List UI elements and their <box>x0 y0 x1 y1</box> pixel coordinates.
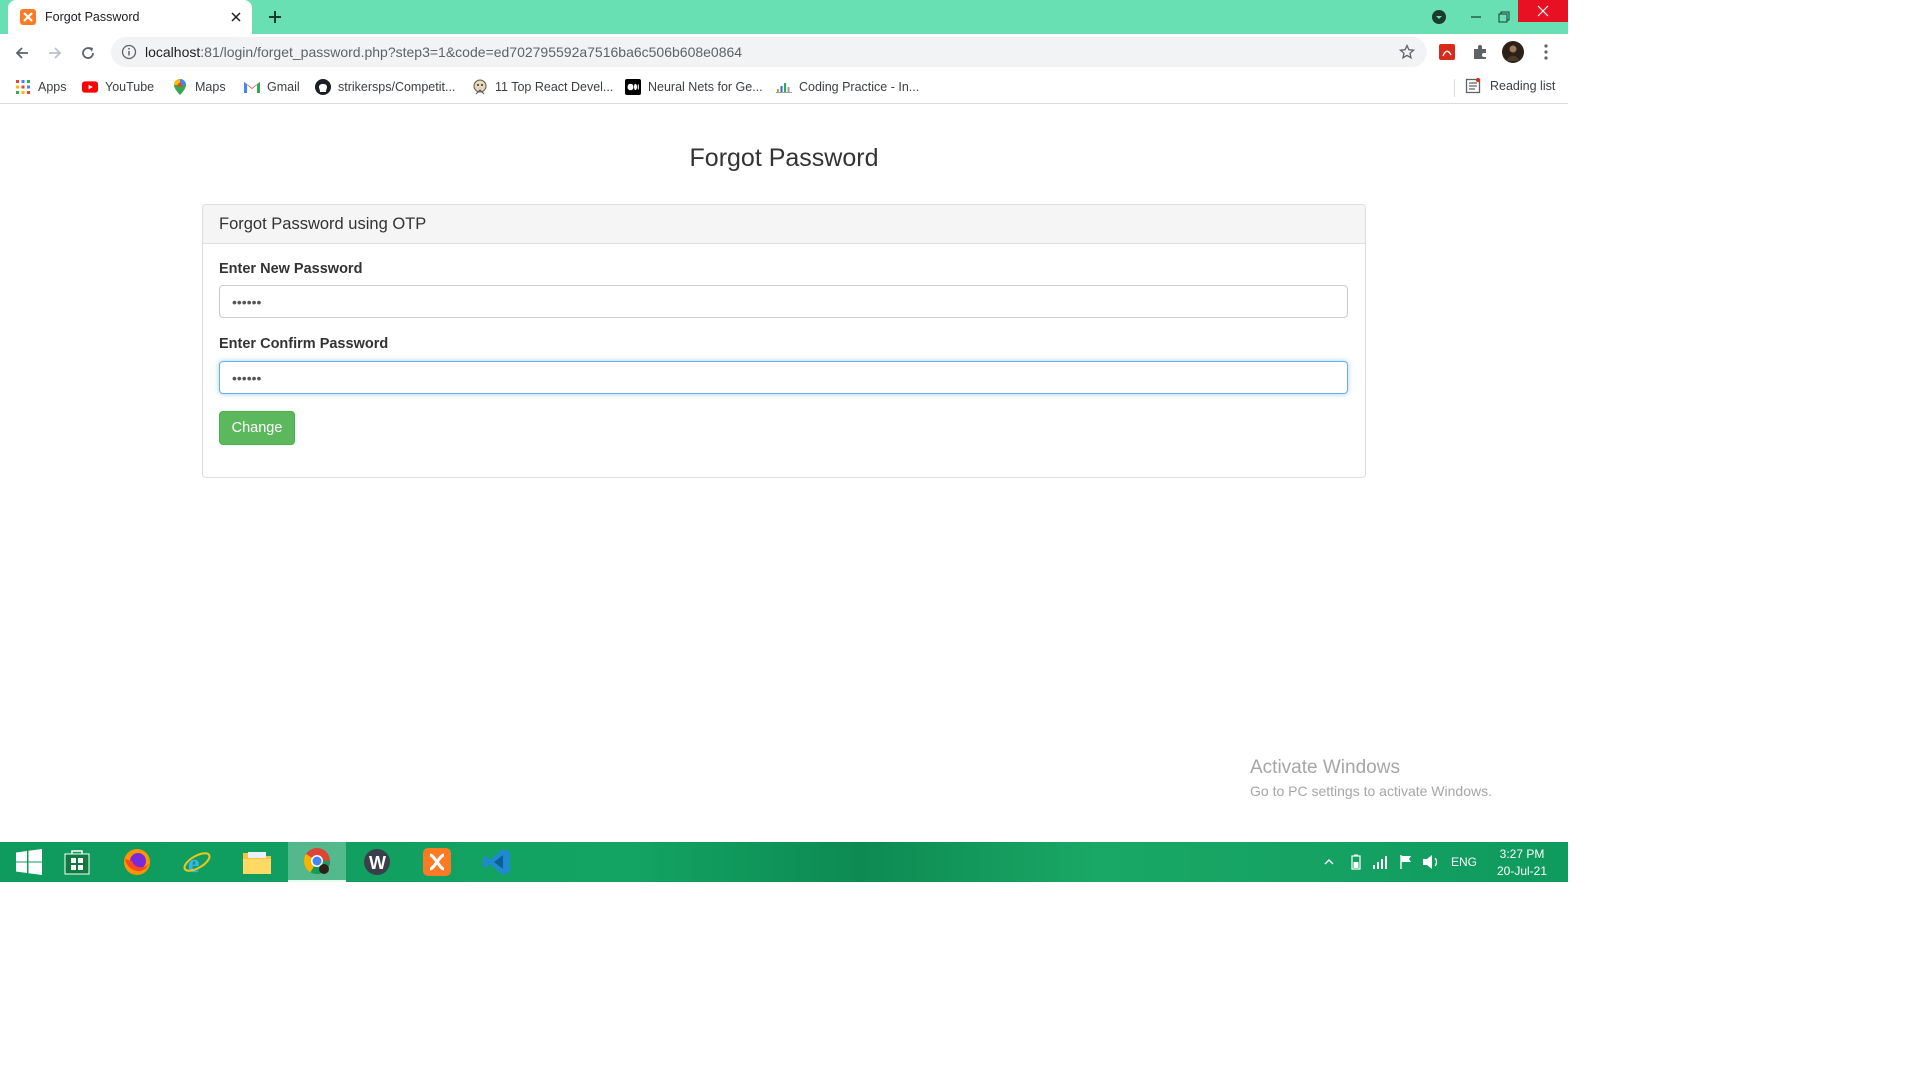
new-password-label: Enter New Password <box>219 261 363 277</box>
close-window-icon[interactable] <box>1518 0 1568 22</box>
bookmark-gmail[interactable]: Gmail <box>244 78 300 96</box>
show-hidden-icons[interactable] <box>1324 842 1334 882</box>
confirm-password-input[interactable] <box>219 361 1348 394</box>
vscode-icon[interactable] <box>468 842 526 882</box>
bookmark-coding-practice[interactable]: Coding Practice - In... <box>776 78 919 96</box>
youtube-icon <box>82 79 98 95</box>
reading-list-label: Reading list <box>1490 79 1556 93</box>
language-indicator[interactable]: ENG <box>1451 842 1477 882</box>
browser-tab[interactable]: Forgot Password <box>8 0 252 34</box>
bookmark-apps[interactable]: Apps <box>15 78 67 96</box>
taskbar-clock[interactable]: 3:27 PM 20-Jul-21 <box>1492 846 1552 880</box>
reading-list-icon <box>1465 78 1481 94</box>
bookmark-label: YouTube <box>105 80 155 94</box>
back-arrow-icon[interactable] <box>8 39 36 67</box>
chart-icon <box>776 79 792 95</box>
bookmark-label: Apps <box>38 80 67 94</box>
bookmark-label: Coding Practice - In... <box>799 80 920 94</box>
clock-date: 20-Jul-21 <box>1496 864 1548 878</box>
tab-title: Forgot Password <box>45 10 140 24</box>
minimize-icon[interactable] <box>1464 0 1488 34</box>
bookmark-star-icon[interactable] <box>1398 43 1416 60</box>
reading-list-button[interactable]: Reading list <box>1465 78 1555 94</box>
restore-icon[interactable] <box>1492 0 1516 34</box>
xampp-icon[interactable] <box>408 842 466 882</box>
bookmark-label: strikersps/Competit... <box>338 80 456 94</box>
clock-time: 3:27 PM <box>1499 847 1545 861</box>
svg-text:W: W <box>369 853 386 873</box>
apps-grid-icon <box>15 79 31 95</box>
bookmark-youtube[interactable]: YouTube <box>82 78 154 96</box>
bookmark-label: 11 Top React Devel... <box>495 80 614 94</box>
bookmarks-bar: Apps YouTube Maps Gmail strikersps/Compe… <box>0 71 1568 104</box>
file-explorer-icon[interactable] <box>228 842 286 882</box>
tab-strip: Forgot Password <box>0 0 1568 34</box>
bookmark-neural-nets[interactable]: Neural Nets for Ge... <box>625 78 763 96</box>
network-signal-icon[interactable] <box>1372 842 1388 882</box>
battery-icon[interactable] <box>1348 842 1364 882</box>
address-bar[interactable]: localhost:81/login/forget_password.php?s… <box>111 37 1427 67</box>
bookmark-label: Neural Nets for Ge... <box>648 80 763 94</box>
windows-taskbar: e W ENG 3:27 PM 20-Jul-21 <box>0 842 1568 882</box>
browser-toolbar: localhost:81/login/forget_password.php?s… <box>0 34 1568 71</box>
xampp-favicon-icon <box>20 9 36 25</box>
browser-menu-icon[interactable] <box>1536 42 1556 62</box>
action-center-flag-icon[interactable] <box>1398 842 1414 882</box>
site-info-icon[interactable] <box>121 44 137 60</box>
bookmark-maps[interactable]: Maps <box>172 78 226 96</box>
chrome-taskbar-icon[interactable] <box>288 842 346 882</box>
bookmark-react-devel[interactable]: 11 Top React Devel... <box>472 78 613 96</box>
url-text: localhost:81/login/forget_password.php?s… <box>145 44 743 60</box>
forgot-password-panel: Forgot Password using OTP Enter New Pass… <box>202 204 1366 478</box>
github-icon <box>315 79 331 95</box>
bookmark-github[interactable]: strikersps/Competit... <box>315 78 455 96</box>
watermark-title: Activate Windows <box>1250 757 1400 778</box>
reload-icon[interactable] <box>74 39 102 67</box>
profile-dropdown-icon[interactable] <box>1428 0 1450 34</box>
panel-heading: Forgot Password using OTP <box>203 205 1365 244</box>
activate-windows-watermark: Activate Windows Go to PC settings to ac… <box>1250 757 1492 799</box>
wamp-icon[interactable]: W <box>348 842 406 882</box>
firefox-icon[interactable] <box>108 842 166 882</box>
internet-explorer-icon[interactable]: e <box>168 842 226 882</box>
maps-pin-icon <box>172 79 188 95</box>
bookmark-label: Maps <box>195 80 226 94</box>
close-tab-icon[interactable] <box>226 7 246 27</box>
store-icon[interactable] <box>48 842 106 882</box>
svg-text:e: e <box>188 849 200 877</box>
new-password-input[interactable] <box>219 285 1348 318</box>
forward-arrow-icon[interactable] <box>41 39 69 67</box>
page-title: Forgot Password <box>689 144 879 172</box>
site-icon <box>472 79 488 95</box>
change-button[interactable]: Change <box>219 411 295 445</box>
profile-avatar[interactable] <box>1502 41 1524 63</box>
watermark-subtitle: Go to PC settings to activate Windows. <box>1250 783 1492 799</box>
extensions-puzzle-icon[interactable] <box>1470 42 1490 62</box>
gmail-icon <box>244 79 260 95</box>
volume-icon[interactable] <box>1422 842 1440 882</box>
pdf-extension-icon[interactable] <box>1437 42 1457 62</box>
medium-icon <box>625 79 641 95</box>
new-tab-button[interactable] <box>264 6 286 28</box>
bookmarks-divider <box>1454 79 1455 97</box>
confirm-password-label: Enter Confirm Password <box>219 336 389 352</box>
bookmark-label: Gmail <box>267 80 300 94</box>
